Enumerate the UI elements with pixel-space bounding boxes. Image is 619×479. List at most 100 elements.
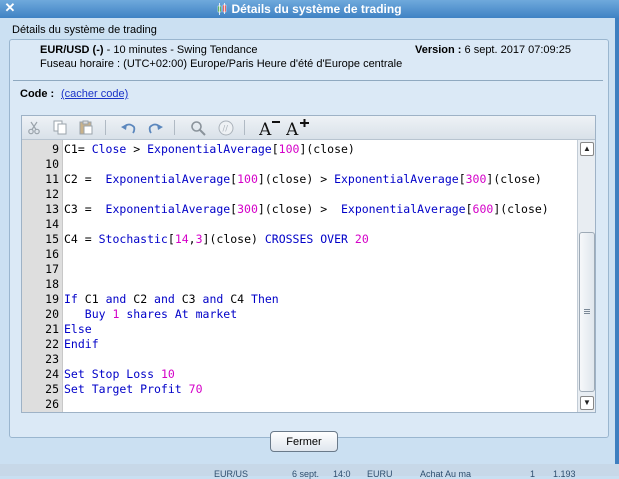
code-token: 20 (354, 232, 369, 246)
code-line: Endif (64, 337, 99, 352)
group-title: Détails du système de trading (12, 24, 157, 36)
candlestick-icon (218, 3, 227, 15)
scroll-down-icon[interactable]: ▼ (580, 396, 594, 410)
code-token: and (154, 292, 175, 306)
line-number: 21 (45, 322, 59, 336)
search-icon[interactable] (189, 119, 207, 136)
code-line: If C1 and C2 and C3 and C4 Then (64, 292, 279, 307)
grip-line (584, 311, 590, 312)
toolbar-separator (244, 120, 245, 135)
scrollbar-thumb[interactable] (579, 232, 595, 392)
code-token: ExponentialAverage (340, 202, 466, 216)
code-token: 300 (465, 172, 487, 186)
background-order-list: EUR/US 6 sept. 14:0 EURU Achat Au ma 1 1.193 (0, 464, 619, 479)
code-token: [ (465, 202, 473, 216)
code-token: ](close) (493, 202, 549, 216)
code-line: Buy 1 shares At market (64, 307, 237, 322)
code-token: ](close) (202, 232, 265, 246)
toolbar-separator (105, 120, 106, 135)
code-token: ExponentialAverage (105, 202, 231, 216)
paste-icon[interactable] (77, 119, 95, 136)
code-token: shares At market (126, 307, 238, 321)
line-number: 15 (45, 232, 59, 246)
code-token: Endif (64, 337, 99, 351)
code-token: If (64, 292, 78, 306)
line-number: 13 (45, 202, 59, 216)
scroll-up-icon[interactable]: ▲ (580, 142, 594, 156)
editor-toolbar: // A A (22, 116, 595, 140)
line-number: 19 (45, 292, 59, 306)
code-token: C2 = (64, 172, 106, 186)
code-token: C3 (174, 292, 203, 306)
copy-icon[interactable] (51, 119, 69, 136)
code-line: C1= Close > ExponentialAverage[100](clos… (64, 142, 355, 157)
code-line: C2 = ExponentialAverage[100](close) > Ex… (64, 172, 542, 187)
hide-code-link[interactable]: (cacher code) (61, 88, 128, 100)
code-token: C4 (223, 292, 252, 306)
code-label: Code : (20, 88, 55, 100)
code-token: ](close) (486, 172, 542, 186)
order-cell: EURU (367, 469, 393, 479)
grip-line (584, 313, 590, 314)
undo-icon[interactable] (120, 119, 138, 136)
code-token: 10 (160, 367, 175, 381)
code-token: 3 (195, 232, 203, 246)
code-token: [ (458, 172, 466, 186)
vertical-scrollbar[interactable]: ▲ ▼ (577, 140, 595, 412)
order-cell: 14:0 (333, 469, 351, 479)
increase-font-icon[interactable]: A (286, 118, 310, 137)
line-number: 12 (45, 187, 59, 201)
code-token: Set Target Profit (64, 382, 182, 396)
code-token: CROSSES OVER (264, 232, 348, 246)
code-token: Set Stop Loss (64, 367, 155, 381)
instrument-name: EUR/USD (-) (40, 44, 104, 56)
code-token: > (126, 142, 148, 156)
order-cell: Achat Au ma (420, 469, 472, 479)
code-line: C4 = Stochastic[14,3](close) CROSSES OVE… (64, 232, 369, 247)
code-token: ](close) > (257, 202, 341, 216)
line-number: 14 (45, 217, 59, 231)
code-editor[interactable]: // A A 9 10 11 12 13 14 15 16 17 18 19 20 21 22 23 24 25… (21, 115, 596, 413)
code-token: ](close) (299, 142, 355, 156)
comment-icon[interactable]: // (217, 119, 235, 136)
line-number: 10 (45, 157, 59, 171)
code-token: ExponentialAverage (334, 172, 459, 186)
code-token: [ (167, 232, 175, 246)
code-token: C1= (64, 142, 92, 156)
svg-text:A: A (286, 120, 299, 137)
code-token: Else (64, 322, 92, 336)
window-title-wrap: Détails du système de trading (0, 2, 619, 16)
code-token: C2 (126, 292, 155, 306)
svg-text://: // (223, 124, 229, 133)
code-token: 100 (278, 142, 300, 156)
order-cell: 1.193 (553, 469, 576, 479)
code-line: Set Target Profit 70 (64, 382, 203, 397)
version-label: Version : (415, 44, 462, 56)
code-text-area[interactable]: C1= Close > ExponentialAverage[100](clos… (63, 140, 577, 412)
code-token: C3 = (64, 202, 106, 216)
window-title: Détails du système de trading (231, 2, 402, 16)
line-number: 23 (45, 352, 59, 366)
line-number: 25 (45, 382, 59, 396)
cut-icon[interactable] (25, 119, 43, 136)
code-line: Set Stop Loss 10 (64, 367, 175, 382)
order-cell: EUR/US (214, 469, 249, 479)
code-token: 600 (472, 202, 494, 216)
order-cell: 1 (530, 469, 536, 479)
instrument-details: - 10 minutes - Swing Tendance (103, 44, 258, 56)
line-number: 17 (45, 262, 59, 276)
redo-icon[interactable] (146, 119, 164, 136)
instrument-line: EUR/USD (-) - 10 minutes - Swing Tendanc… (40, 44, 257, 56)
code-token: C4 = (64, 232, 99, 246)
code-token: [ (271, 142, 279, 156)
code-token: 70 (188, 382, 203, 396)
line-number: 26 (45, 397, 59, 411)
code-token: and (202, 292, 224, 306)
code-line: C3 = ExponentialAverage[300](close) > Ex… (64, 202, 549, 217)
code-token: 14 (174, 232, 189, 246)
decrease-font-icon[interactable]: A (259, 119, 281, 137)
close-button[interactable]: Fermer (270, 431, 338, 452)
